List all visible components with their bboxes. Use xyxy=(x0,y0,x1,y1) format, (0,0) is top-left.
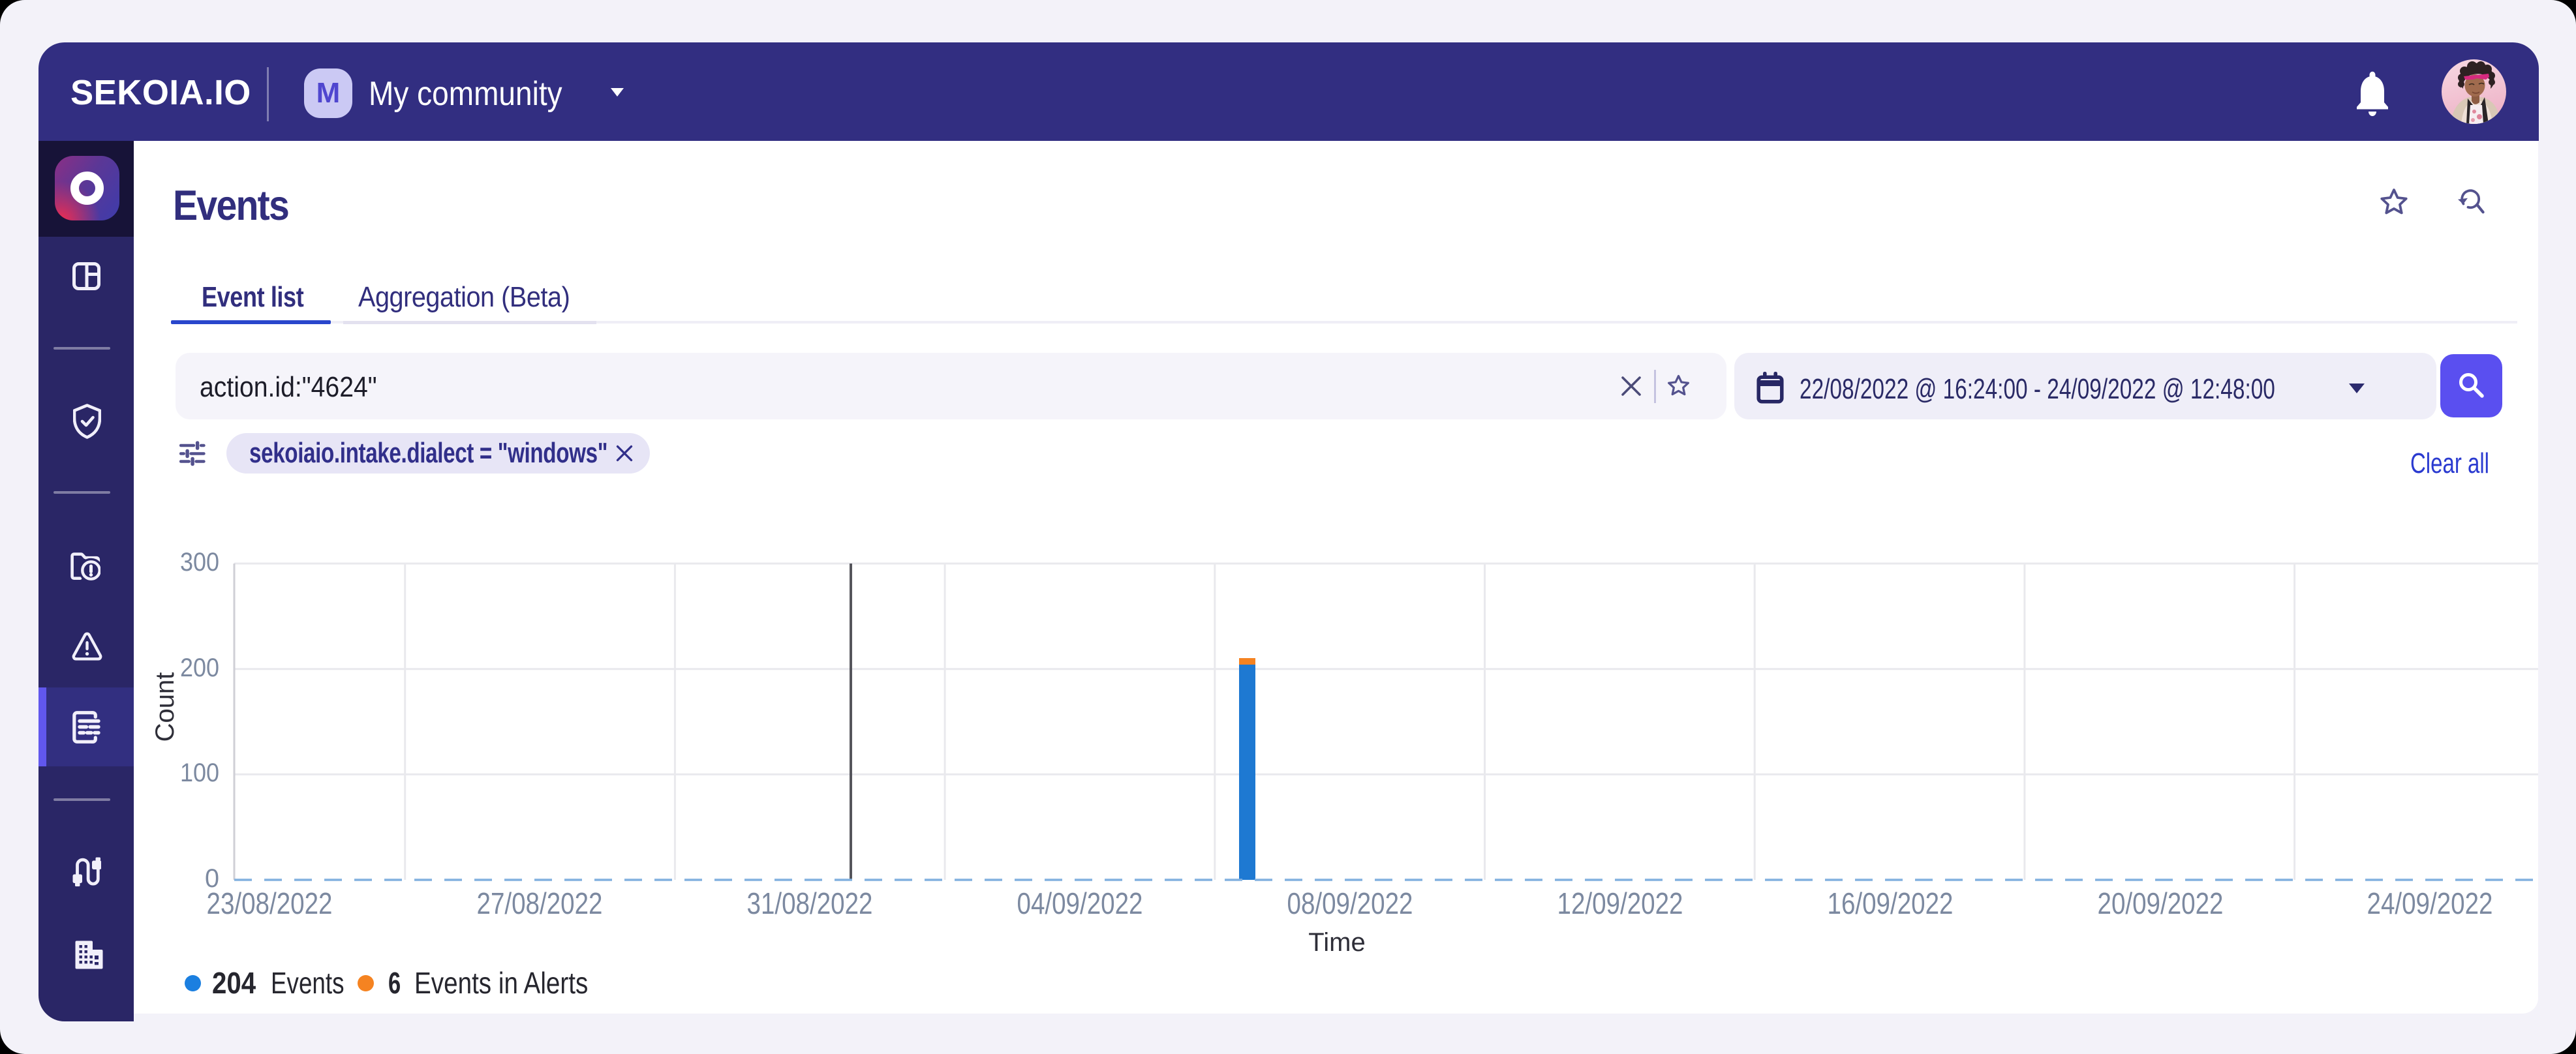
svg-text:20/09/2022: 20/09/2022 xyxy=(2098,886,2224,920)
svg-text:08/09/2022: 08/09/2022 xyxy=(1287,886,1413,920)
svg-text:200: 200 xyxy=(180,654,219,682)
svg-text:100: 100 xyxy=(180,759,219,787)
svg-text:300: 300 xyxy=(180,548,219,577)
svg-text:24/09/2022: 24/09/2022 xyxy=(2367,886,2493,920)
svg-text:Time: Time xyxy=(1308,928,1365,957)
svg-text:16/09/2022: 16/09/2022 xyxy=(1828,886,1954,920)
svg-text:27/08/2022: 27/08/2022 xyxy=(477,886,603,920)
svg-text:Count: Count xyxy=(151,672,179,742)
svg-text:04/09/2022: 04/09/2022 xyxy=(1017,886,1143,920)
svg-text:12/09/2022: 12/09/2022 xyxy=(1557,886,1683,920)
svg-text:23/08/2022: 23/08/2022 xyxy=(207,886,333,920)
svg-text:31/08/2022: 31/08/2022 xyxy=(747,886,873,920)
